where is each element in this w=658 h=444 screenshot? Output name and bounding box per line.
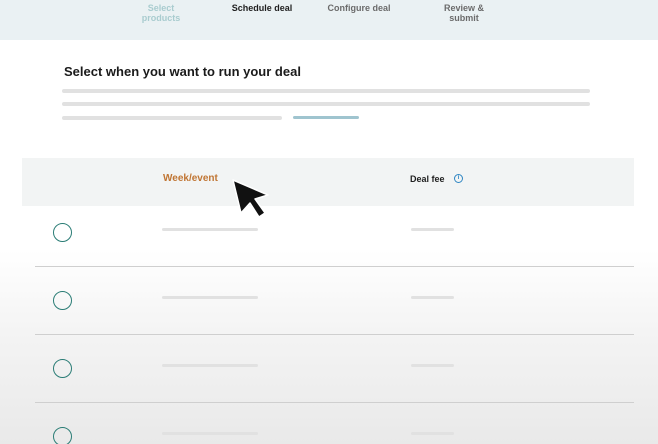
column-header-deal-fee: Deal fee (410, 174, 445, 184)
step-review-submit-line2: submit (449, 13, 479, 23)
deal-stepper: Select products Schedule deal Configure … (0, 0, 658, 40)
description-placeholder-line (62, 89, 590, 93)
row-radio-button[interactable] (53, 359, 72, 378)
row-radio-button[interactable] (53, 223, 72, 242)
row-divider (35, 402, 634, 403)
row-radio-button[interactable] (53, 291, 72, 310)
info-icon[interactable]: i (454, 174, 463, 183)
step-review-submit-line1: Review & (443, 3, 485, 13)
week-placeholder (162, 364, 258, 367)
step-configure-deal[interactable]: Configure deal (327, 3, 391, 13)
fee-placeholder (411, 228, 454, 231)
column-header-week-event[interactable]: Week/event (163, 173, 218, 184)
description-placeholder-line (62, 116, 282, 120)
description-placeholder-line (62, 102, 590, 106)
row-divider (35, 266, 634, 267)
link-placeholder-line[interactable] (293, 116, 359, 119)
table-header (22, 158, 634, 206)
week-placeholder (162, 228, 258, 231)
step-schedule-deal[interactable]: Schedule deal (230, 3, 294, 13)
fee-placeholder (411, 296, 454, 299)
fee-placeholder (411, 364, 454, 367)
mouse-cursor-icon (232, 179, 269, 218)
week-placeholder (162, 296, 258, 299)
row-radio-button[interactable] (53, 427, 72, 444)
step-review-submit[interactable]: Review & submit (440, 3, 488, 23)
step-select-products[interactable]: Select products (128, 3, 194, 23)
page-title: Select when you want to run your deal (64, 64, 301, 79)
fee-placeholder (411, 432, 454, 435)
week-placeholder (162, 432, 258, 435)
row-divider (35, 334, 634, 335)
